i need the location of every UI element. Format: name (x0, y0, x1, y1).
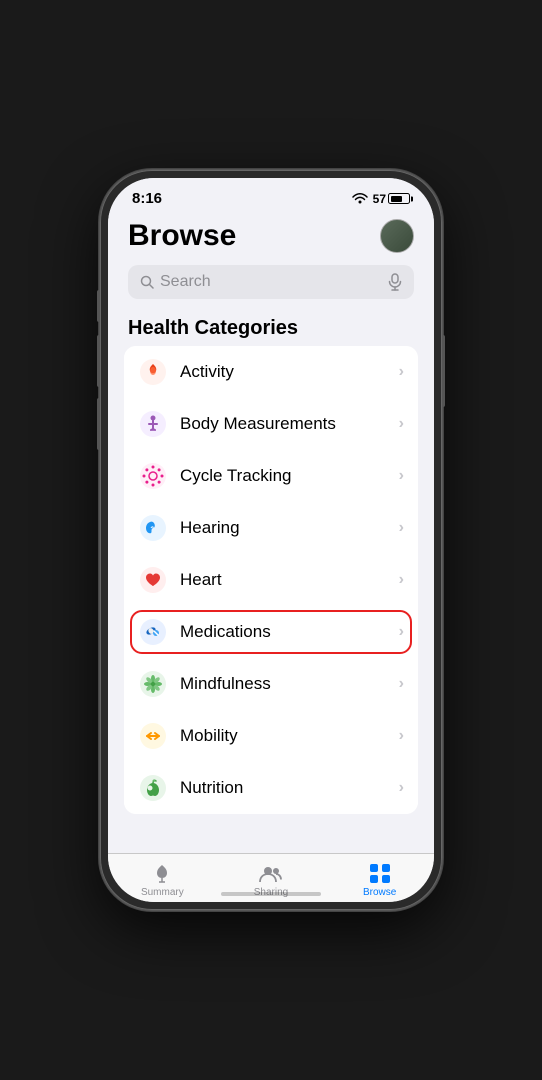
screen-content: Browse Search (108, 211, 434, 891)
chevron-icon: › (399, 415, 404, 433)
tab-browse[interactable]: Browse (325, 862, 434, 891)
section-header: Health Categories (108, 309, 434, 346)
list-item[interactable]: Nutrition › (124, 762, 418, 814)
battery-percent: 57 (373, 192, 386, 206)
list-item[interactable]: Mobility › (124, 710, 418, 762)
search-bar[interactable]: Search (128, 265, 414, 299)
body-measurements-label: Body Measurements (180, 414, 387, 434)
browse-tab-icon (368, 862, 392, 884)
chevron-icon: › (399, 623, 404, 641)
mindfulness-label: Mindfulness (180, 674, 387, 694)
list-item[interactable]: Body Measurements › (124, 398, 418, 450)
chevron-icon: › (399, 519, 404, 537)
volume-down-button[interactable] (97, 398, 100, 450)
tab-bar: Summary Sharing (108, 853, 434, 891)
battery-fill (391, 196, 402, 202)
status-icons: 57 (352, 192, 410, 206)
sharing-tab-label: Sharing (254, 887, 288, 891)
summary-tab-icon (150, 862, 174, 884)
battery-bar (388, 193, 410, 204)
scroll-area: Activity › (108, 346, 434, 891)
list-item[interactable]: Cycle Tracking › (124, 450, 418, 502)
microphone-icon (388, 273, 402, 291)
cycle-tracking-icon (138, 461, 168, 491)
tab-summary[interactable]: Summary (108, 862, 217, 891)
status-bar: 8:16 57 (108, 178, 434, 211)
chevron-icon: › (399, 727, 404, 745)
phone-frame: 8:16 57 Browse (100, 170, 442, 910)
chevron-icon: › (399, 363, 404, 381)
search-container: Search (108, 259, 434, 309)
sharing-tab-icon (258, 862, 284, 884)
nutrition-icon (138, 773, 168, 803)
mobility-icon (138, 721, 168, 751)
medications-icon (138, 617, 168, 647)
phone-screen: 8:16 57 Browse (108, 178, 434, 902)
hearing-label: Hearing (180, 518, 387, 538)
heart-icon (138, 565, 168, 595)
activity-icon (138, 357, 168, 387)
search-icon (140, 275, 154, 289)
volume-silent-button[interactable] (97, 290, 100, 322)
body-measurements-icon (138, 409, 168, 439)
summary-tab-label: Summary (141, 887, 184, 891)
battery-icon: 57 (373, 192, 410, 206)
section-title: Health Categories (128, 317, 414, 340)
list-item[interactable]: Medications › (124, 606, 418, 658)
list-item[interactable]: Hearing › (124, 502, 418, 554)
mobility-label: Mobility (180, 726, 387, 746)
power-button[interactable] (442, 335, 445, 407)
list-item[interactable]: Heart › (124, 554, 418, 606)
categories-list: Activity › (124, 346, 418, 814)
search-placeholder: Search (160, 273, 382, 291)
nutrition-label: Nutrition (180, 778, 387, 798)
chevron-icon: › (399, 675, 404, 693)
chevron-icon: › (399, 571, 404, 589)
chevron-icon: › (399, 467, 404, 485)
cycle-tracking-label: Cycle Tracking (180, 466, 387, 486)
list-item[interactable]: Mindfulness › (124, 658, 418, 710)
hearing-icon (138, 513, 168, 543)
page-header: Browse (108, 211, 434, 259)
chevron-icon: › (399, 779, 404, 797)
list-item[interactable]: Activity › (124, 346, 418, 398)
browse-tab-label: Browse (363, 887, 396, 891)
status-time: 8:16 (132, 190, 162, 207)
page-title: Browse (128, 219, 236, 253)
mindfulness-icon (138, 669, 168, 699)
medications-label: Medications (180, 622, 387, 642)
wifi-icon (352, 193, 368, 205)
volume-up-button[interactable] (97, 335, 100, 387)
tab-sharing[interactable]: Sharing (217, 862, 326, 891)
heart-label: Heart (180, 570, 387, 590)
home-indicator (221, 892, 321, 896)
avatar[interactable] (380, 219, 414, 253)
activity-label: Activity (180, 362, 387, 382)
